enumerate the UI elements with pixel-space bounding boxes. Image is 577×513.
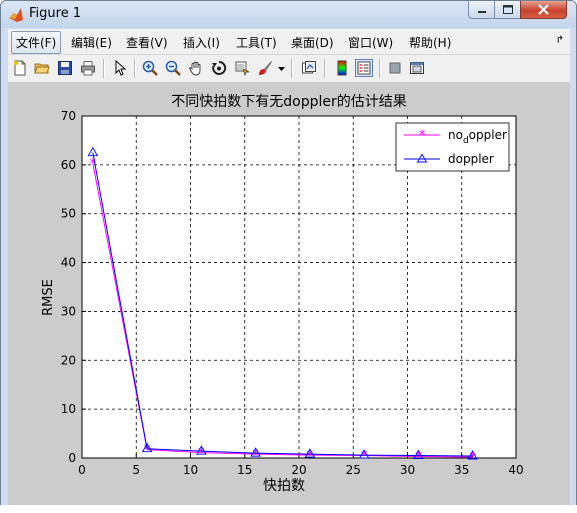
y-tick-label: 10 <box>61 402 76 416</box>
x-tick-label: 10 <box>183 463 198 477</box>
x-tick-label: 5 <box>132 463 140 477</box>
menu-tools[interactable]: 工具(T) <box>236 34 277 51</box>
y-axis-label: RMSE <box>40 279 56 316</box>
y-tick-label: 30 <box>61 304 76 318</box>
minimize-icon <box>478 11 486 13</box>
hide-plot-tools-icon[interactable] <box>387 60 403 76</box>
background-strip <box>0 505 577 513</box>
figure-canvas: 不同快拍数下有无doppler的估计结果 0 5 10 15 20 25 30 35 40 0 10… <box>8 83 570 505</box>
colorbar-icon[interactable] <box>334 60 350 76</box>
y-tick-label: 40 <box>61 256 76 270</box>
x-tick-label: 35 <box>454 463 469 477</box>
menu-overflow-icon[interactable]: ↱ <box>556 35 564 46</box>
zoom-out-icon[interactable] <box>165 60 181 76</box>
x-axis-label: 快拍数 <box>263 478 305 494</box>
x-tick-label: 25 <box>346 463 361 477</box>
data-point-asterisk: * <box>307 449 314 464</box>
toolbar-separator <box>379 59 381 78</box>
x-tick-label: 30 <box>400 463 415 477</box>
legend-icon[interactable] <box>355 59 373 77</box>
close-button[interactable] <box>520 1 567 19</box>
toolbar <box>8 55 570 83</box>
save-icon[interactable] <box>57 60 73 76</box>
y-tick-label: 70 <box>61 109 76 123</box>
menu-bar: 文件(F) 编辑(E) 查看(V) 插入(I) 工具(T) 桌面(D) 窗口(W… <box>8 29 570 55</box>
legend-box[interactable]: * nodoppler doppler <box>395 122 510 172</box>
x-tick-label: 15 <box>237 463 252 477</box>
data-point-asterisk: * <box>252 448 259 463</box>
menu-file[interactable]: 文件(F) <box>11 31 62 54</box>
y-tick-label: 0 <box>68 451 76 465</box>
window-title: Figure 1 <box>29 6 82 21</box>
new-file-icon[interactable] <box>12 60 28 76</box>
data-point-asterisk: * <box>144 443 151 458</box>
menu-help[interactable]: 帮助(H) <box>409 34 451 51</box>
data-cursor-icon[interactable] <box>234 60 250 76</box>
x-tick-label: 40 <box>508 463 523 477</box>
matlab-logo-icon <box>9 8 23 22</box>
y-tick-label: 20 <box>61 353 76 367</box>
pointer-icon[interactable] <box>112 60 128 76</box>
toolbar-separator <box>103 59 105 78</box>
legend-no-doppler-marker: * <box>419 129 426 144</box>
maximize-icon <box>503 5 513 14</box>
data-point-asterisk: * <box>198 446 205 461</box>
toolbar-separator <box>291 59 293 78</box>
brush-icon[interactable] <box>257 60 273 76</box>
menu-view[interactable]: 查看(V) <box>126 34 168 51</box>
menu-insert[interactable]: 插入(I) <box>183 34 220 51</box>
figure-window: Figure 1 文件(F) 编辑(E) 查看(V) 插入(I) 工具(T) 桌… <box>0 0 577 513</box>
print-icon[interactable] <box>80 60 96 76</box>
brush-dropdown-icon[interactable] <box>277 60 286 76</box>
zoom-in-icon[interactable] <box>142 60 158 76</box>
maximize-button[interactable] <box>494 1 521 19</box>
toolbar-separator <box>324 59 326 78</box>
show-plot-tools-icon[interactable] <box>409 60 425 76</box>
toolbar-separator <box>134 59 136 78</box>
minimize-button[interactable] <box>468 1 495 19</box>
data-point-asterisk: * <box>469 451 476 466</box>
y-tick-label: 60 <box>61 158 76 172</box>
menu-edit[interactable]: 编辑(E) <box>71 34 112 51</box>
plot-area[interactable]: 0 5 10 15 20 25 30 35 40010203040506070 ** * * * * * *… <box>8 83 570 505</box>
data-point-asterisk: * <box>415 450 422 465</box>
close-icon <box>538 4 549 15</box>
menu-window[interactable]: 窗口(W) <box>348 34 393 51</box>
open-folder-icon[interactable] <box>34 60 50 76</box>
y-tick-label: 50 <box>61 207 76 221</box>
link-plot-icon[interactable] <box>301 60 317 76</box>
legend-label-doppler: doppler <box>448 152 494 166</box>
x-tick-label: 0 <box>78 463 86 477</box>
menu-desktop[interactable]: 桌面(D) <box>291 34 334 51</box>
rotate-3d-icon[interactable] <box>211 60 227 76</box>
pan-hand-icon[interactable] <box>188 60 204 76</box>
title-bar[interactable]: Figure 1 <box>1 1 576 28</box>
